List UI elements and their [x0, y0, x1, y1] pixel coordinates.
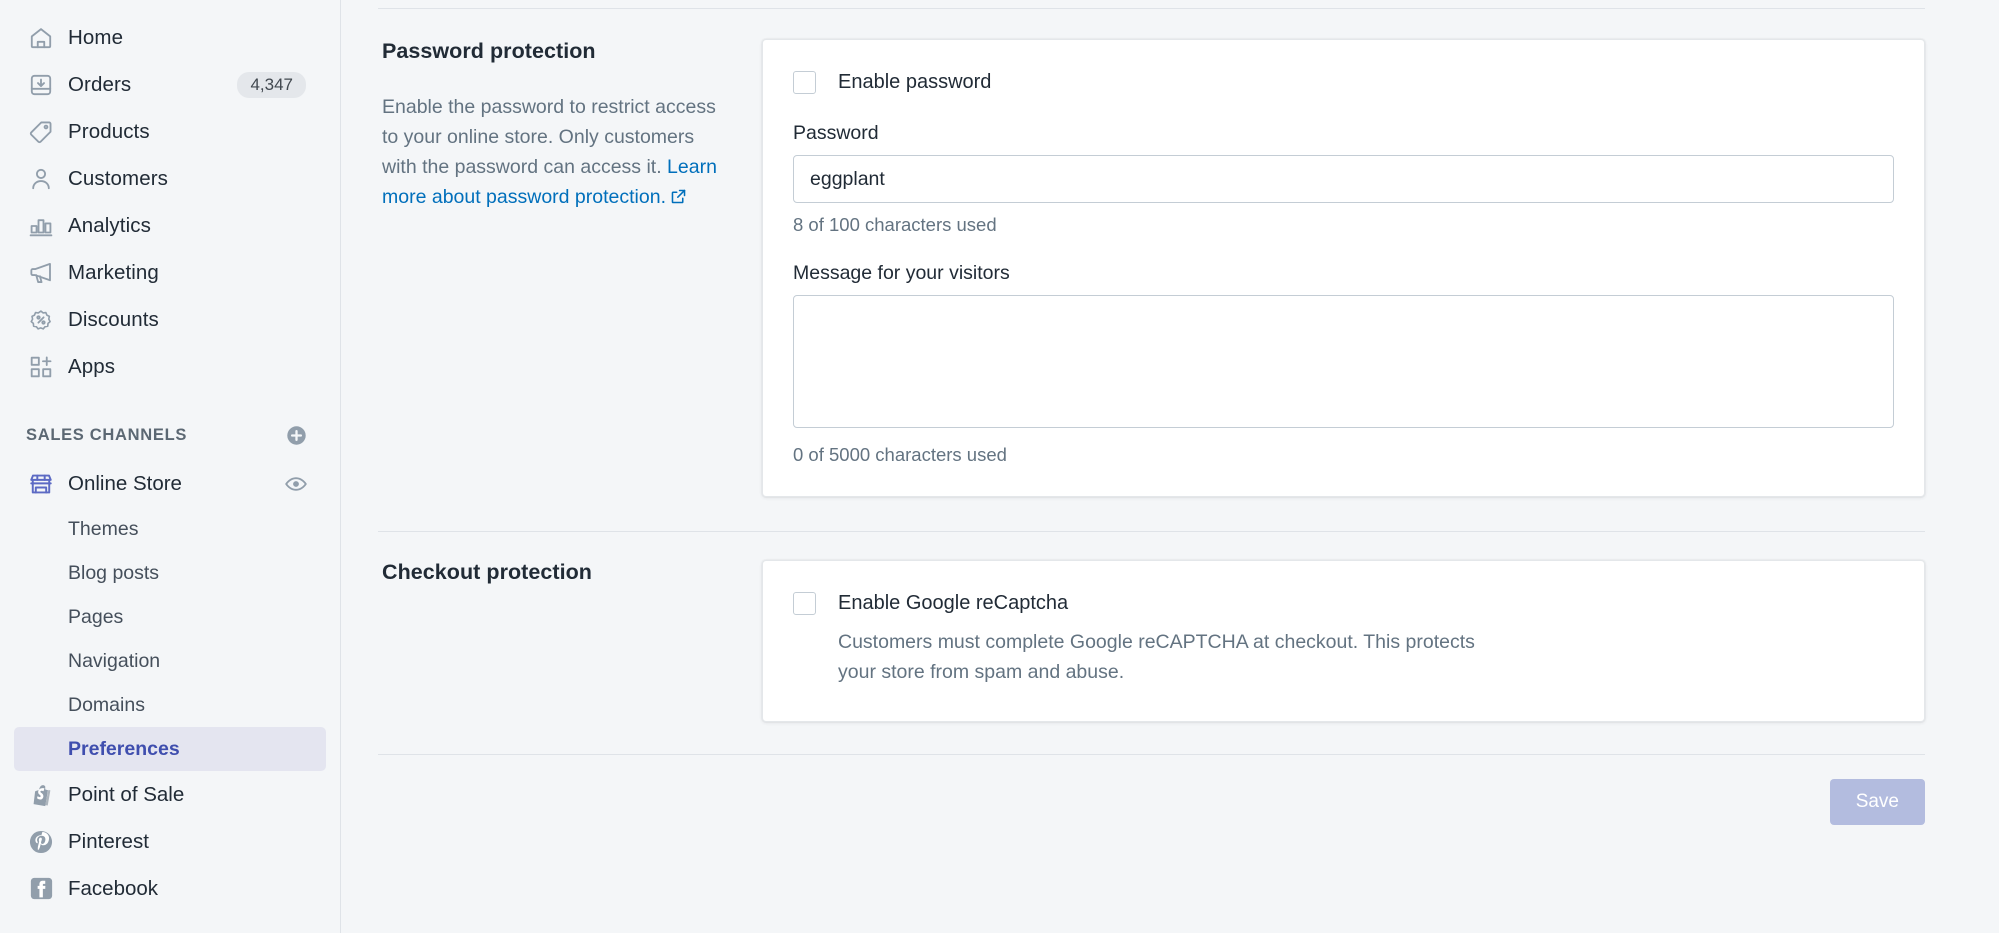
- sidebar-item-online-store[interactable]: Online Store: [14, 460, 326, 507]
- sidebar-item-label: Pages: [68, 605, 124, 628]
- facebook-icon: [26, 874, 56, 904]
- checkout-protection-heading: Checkout protection: [382, 560, 592, 584]
- sidebar-item-label: Marketing: [68, 260, 159, 284]
- save-row: Save: [341, 779, 1999, 825]
- save-button[interactable]: Save: [1829, 779, 1925, 825]
- password-field-label: Password: [793, 122, 879, 144]
- password-protection-card-column: Enable password Password 8 of 100 charac…: [762, 39, 1925, 497]
- home-icon: [26, 23, 56, 53]
- sidebar-item-domains[interactable]: Domains: [14, 683, 326, 727]
- sidebar-item-home[interactable]: Home: [14, 14, 326, 61]
- enable-password-row[interactable]: Enable password: [793, 68, 1894, 96]
- password-input[interactable]: [793, 155, 1894, 203]
- sidebar-item-products[interactable]: Products: [14, 108, 326, 155]
- external-link-icon[interactable]: [670, 184, 687, 214]
- enable-password-checkbox[interactable]: [793, 71, 816, 94]
- section-divider: [378, 531, 1925, 532]
- sidebar-item-pinterest[interactable]: Pinterest: [14, 818, 326, 865]
- bottom-divider: [378, 754, 1925, 755]
- sidebar-item-label: Navigation: [68, 649, 161, 672]
- password-character-counter: 8 of 100 characters used: [793, 214, 997, 235]
- sidebar-item-navigation[interactable]: Navigation: [14, 639, 326, 683]
- sidebar-item-label: Products: [68, 119, 150, 143]
- analytics-bar-chart-icon: [26, 211, 56, 241]
- sidebar-item-apps[interactable]: Apps: [14, 343, 326, 390]
- discounts-percent-icon: [26, 305, 56, 335]
- enable-recaptcha-checkbox[interactable]: [793, 592, 816, 615]
- password-protection-description: Enable the password to restrict access t…: [382, 92, 722, 214]
- sidebar-item-label: Pinterest: [68, 829, 149, 853]
- sidebar-item-facebook[interactable]: Facebook: [14, 865, 326, 912]
- checkout-protection-card-column: Enable Google reCaptcha Customers must c…: [762, 560, 1925, 722]
- sidebar-item-analytics[interactable]: Analytics: [14, 202, 326, 249]
- main-sidebar: Home Orders 4,347 Products Customers Ana…: [0, 0, 341, 933]
- sidebar-item-customers[interactable]: Customers: [14, 155, 326, 202]
- storefront-icon: [26, 469, 56, 499]
- message-field-label: Message for your visitors: [793, 262, 1010, 284]
- enable-recaptcha-row[interactable]: Enable Google reCaptcha: [793, 589, 1894, 617]
- sidebar-item-label: Orders: [68, 72, 132, 96]
- password-protection-description-column: Password protection Enable the password …: [382, 39, 762, 497]
- password-protection-description-text: Enable the password to restrict access t…: [382, 96, 716, 178]
- sidebar-item-label: Facebook: [68, 876, 159, 900]
- sidebar-item-label: Themes: [68, 517, 139, 540]
- sidebar-item-themes[interactable]: Themes: [14, 507, 326, 551]
- customers-person-icon: [26, 164, 56, 194]
- sidebar-item-pages[interactable]: Pages: [14, 595, 326, 639]
- enable-password-label: Enable password: [838, 71, 992, 93]
- sidebar-item-label: Analytics: [68, 213, 151, 237]
- marketing-megaphone-icon: [26, 258, 56, 288]
- pinterest-icon: [26, 827, 56, 857]
- password-protection-heading: Password protection: [382, 39, 596, 63]
- sidebar-item-label: Blog posts: [68, 561, 160, 584]
- main-content: Password protection Enable the password …: [341, 0, 1999, 933]
- checkout-protection-description-column: Checkout protection: [382, 560, 762, 722]
- sidebar-item-label: Domains: [68, 693, 145, 716]
- eye-icon[interactable]: [284, 472, 308, 496]
- sidebar-item-label: Apps: [68, 354, 116, 378]
- orders-icon: [26, 70, 56, 100]
- checkout-protection-card: Enable Google reCaptcha Customers must c…: [762, 560, 1925, 722]
- sidebar-item-label: Point of Sale: [68, 782, 185, 806]
- sidebar-item-label: Discounts: [68, 307, 159, 331]
- sidebar-item-label: Online Store: [68, 471, 182, 495]
- plus-circle-icon[interactable]: [285, 424, 308, 447]
- sidebar-item-label: Customers: [68, 166, 169, 190]
- sidebar-item-blog-posts[interactable]: Blog posts: [14, 551, 326, 595]
- sidebar-item-marketing[interactable]: Marketing: [14, 249, 326, 296]
- sidebar-item-label: Preferences: [68, 737, 180, 760]
- checkout-protection-section: Checkout protection Enable Google reCapt…: [341, 560, 1999, 722]
- sidebar-item-label: Home: [68, 25, 124, 49]
- sidebar-item-point-of-sale[interactable]: Point of Sale: [14, 771, 326, 818]
- password-protection-section: Password protection Enable the password …: [341, 39, 1999, 497]
- top-divider: [378, 8, 1925, 9]
- apps-grid-plus-icon: [26, 352, 56, 382]
- shopify-pos-icon: [26, 780, 56, 810]
- orders-count-badge: 4,347: [237, 71, 306, 98]
- sidebar-item-preferences[interactable]: Preferences: [14, 727, 326, 771]
- sales-channels-title: SALES CHANNELS: [26, 425, 188, 444]
- message-textarea[interactable]: [793, 295, 1894, 428]
- sales-channels-header: SALES CHANNELS: [14, 412, 326, 458]
- sidebar-item-orders[interactable]: Orders 4,347: [14, 61, 326, 108]
- message-character-counter: 0 of 5000 characters used: [793, 444, 1007, 465]
- sidebar-item-discounts[interactable]: Discounts: [14, 296, 326, 343]
- enable-recaptcha-label: Enable Google reCaptcha: [838, 592, 1069, 614]
- password-protection-card: Enable password Password 8 of 100 charac…: [762, 39, 1925, 497]
- shopify-admin-window: Home Orders 4,347 Products Customers Ana…: [0, 0, 1999, 933]
- products-tag-icon: [26, 117, 56, 147]
- recaptcha-description: Customers must complete Google reCAPTCHA…: [838, 631, 1475, 683]
